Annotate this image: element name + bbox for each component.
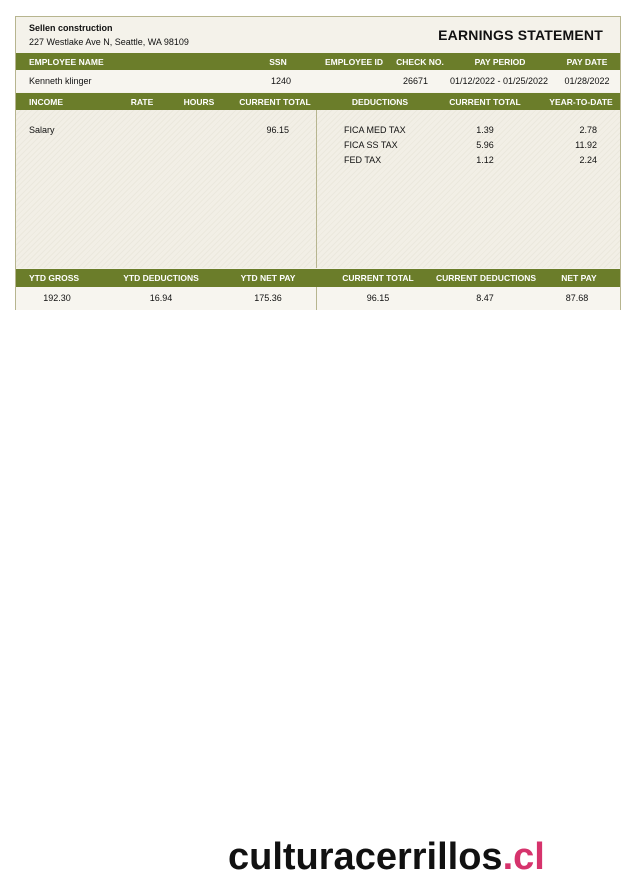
- income-current-total: 96.15: [266, 125, 289, 135]
- ytd-net-pay-value: 175.36: [254, 293, 282, 303]
- company-address: 227 Westlake Ave N, Seattle, WA 98109: [29, 37, 189, 47]
- ytd-deductions-header: YTD DEDUCTIONS: [123, 273, 199, 283]
- pay-period: 01/12/2022 - 01/25/2022: [449, 76, 549, 86]
- earnings-statement: Sellen construction 227 Westlake Ave N, …: [15, 16, 621, 310]
- summary-header-bar: YTD GROSS YTD DEDUCTIONS YTD NET PAY CUR…: [16, 269, 620, 287]
- ytd-gross-value: 192.30: [43, 293, 71, 303]
- deductions-current-total-header: CURRENT TOTAL: [449, 97, 521, 107]
- deduction-current-total: 5.96: [476, 140, 494, 150]
- current-deductions-value: 8.47: [476, 293, 494, 303]
- deduction-ytd: 2.24: [579, 155, 597, 165]
- pay-date: 01/28/2022: [564, 76, 610, 86]
- detail-header-bar: INCOME RATE HOURS CURRENT TOTAL DEDUCTIO…: [16, 93, 620, 110]
- employee-id-header: EMPLOYEE ID: [324, 57, 384, 67]
- ytd-deductions-value: 16.94: [149, 293, 173, 303]
- deduction-current-total: 1.39: [476, 125, 494, 135]
- current-deductions-header: CURRENT DEDUCTIONS: [435, 273, 537, 283]
- statement-title: EARNINGS STATEMENT: [438, 27, 603, 43]
- pay-date-header: PAY DATE: [566, 57, 608, 67]
- deduction-label: FICA SS TAX: [344, 140, 398, 150]
- employee-header-bar: EMPLOYEE NAME SSN EMPLOYEE ID CHECK NO. …: [16, 53, 620, 70]
- deduction-current-total: 1.12: [476, 155, 494, 165]
- deduction-ytd: 2.78: [579, 125, 597, 135]
- check-no-header: CHECK NO.: [396, 57, 444, 67]
- income-current-total-header: CURRENT TOTAL: [239, 97, 311, 107]
- watermark-main: culturacerrillos: [228, 836, 503, 878]
- summary-values-row: 192.30 16.94 175.36 96.15 8.47 87.68: [16, 287, 620, 310]
- check-no: 26671: [402, 76, 428, 86]
- year-to-date-header: YEAR-TO-DATE: [549, 97, 613, 107]
- column-divider: [316, 110, 317, 268]
- employee-name: Kenneth klinger: [29, 76, 92, 86]
- current-total-header: CURRENT TOTAL: [342, 273, 414, 283]
- detail-body: Salary 96.15 FICA MED TAX 1.39 2.78 FICA…: [16, 110, 620, 268]
- net-pay-header: NET PAY: [561, 273, 597, 283]
- company-name: Sellen construction: [29, 23, 113, 33]
- pay-period-header: PAY PERIOD: [474, 57, 526, 67]
- watermark-logo: culturacerrillos.cl: [228, 836, 545, 879]
- employee-name-header: EMPLOYEE NAME: [29, 57, 104, 67]
- deduction-label: FICA MED TAX: [344, 125, 406, 135]
- deduction-ytd: 11.92: [575, 140, 597, 150]
- employee-info-row: Kenneth klinger 1240 26671 01/12/2022 - …: [16, 70, 620, 92]
- ytd-gross-header: YTD GROSS: [29, 273, 80, 283]
- summary-column-divider: [316, 287, 317, 310]
- deduction-label: FED TAX: [344, 155, 382, 165]
- deductions-header: DEDUCTIONS: [351, 97, 409, 107]
- hours-header: HOURS: [183, 97, 215, 107]
- employee-ssn: 1240: [270, 76, 292, 86]
- net-pay-value: 87.68: [565, 293, 589, 303]
- ssn-header: SSN: [269, 57, 287, 67]
- ytd-net-pay-header: YTD NET PAY: [240, 273, 296, 283]
- income-header: INCOME: [29, 97, 63, 107]
- rate-header: RATE: [130, 97, 154, 107]
- watermark-tld: .cl: [502, 836, 545, 878]
- current-total-value: 96.15: [366, 293, 390, 303]
- income-label: Salary: [29, 125, 55, 135]
